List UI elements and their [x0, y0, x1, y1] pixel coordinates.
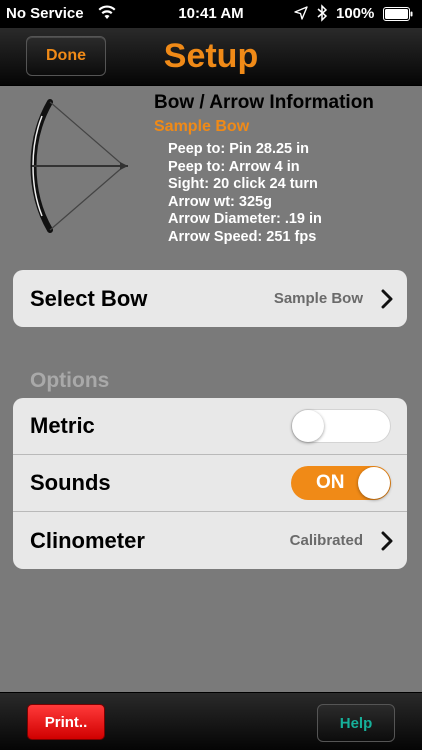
bow-info-title: Bow / Arrow Information	[154, 92, 374, 113]
bow-info-line: Peep to: Pin 28.25 in	[168, 141, 310, 157]
battery-percent: 100%	[336, 5, 375, 22]
sounds-toggle[interactable]: ON	[291, 466, 391, 500]
page-title: Setup	[163, 37, 259, 75]
bow-info-line: Arrow Diameter: .19 in	[168, 211, 322, 227]
clinometer-label: Clinometer	[30, 527, 145, 553]
status-bar: No Service 10:41 AM 100%	[0, 0, 422, 28]
selected-bow-value: Sample Bow	[273, 290, 363, 307]
bow-info-line: Arrow wt: 325g	[168, 193, 272, 210]
sounds-label: Sounds	[30, 470, 111, 495]
bow-arrow-icon	[30, 99, 128, 233]
location-arrow-icon	[294, 6, 308, 20]
chevron-right-icon	[381, 531, 393, 550]
bow-info-details: Peep to: Pin 28.25 in Peep to: Arrow 4 i…	[168, 141, 322, 246]
bow-name: Sample Bow	[154, 118, 250, 135]
battery-icon	[383, 7, 413, 21]
metric-toggle[interactable]	[291, 409, 391, 443]
metric-row: Metric	[13, 398, 407, 455]
options-group: Metric Sounds ON Clinometer Calibrated	[13, 398, 407, 569]
select-bow-row[interactable]: Select Bow Sample Bow	[13, 270, 407, 327]
toggle-knob	[358, 467, 390, 499]
bow-info-line: Arrow Speed: 251 fps	[168, 228, 317, 245]
bow-info-line: Peep to: Arrow 4 in	[168, 158, 300, 175]
clinometer-value: Calibrated	[289, 532, 363, 549]
help-button[interactable]: Help	[317, 704, 395, 742]
bluetooth-icon	[317, 4, 328, 22]
options-section-header: Options	[30, 369, 110, 392]
select-bow-group: Select Bow Sample Bow	[13, 270, 407, 327]
sounds-row: Sounds ON	[13, 455, 407, 512]
toggle-knob	[292, 410, 324, 442]
chevron-right-icon	[381, 289, 393, 308]
navigation-bar: Done Setup	[0, 28, 422, 86]
bow-info-line: Sight: 20 click 24 turn	[168, 176, 318, 192]
select-bow-label: Select Bow	[30, 285, 148, 311]
clinometer-row[interactable]: Clinometer Calibrated	[13, 512, 407, 569]
metric-label: Metric	[30, 413, 95, 438]
print-button[interactable]: Print..	[27, 704, 105, 740]
bottom-toolbar: Print.. Help	[0, 692, 422, 750]
toggle-on-text: ON	[316, 472, 345, 493]
